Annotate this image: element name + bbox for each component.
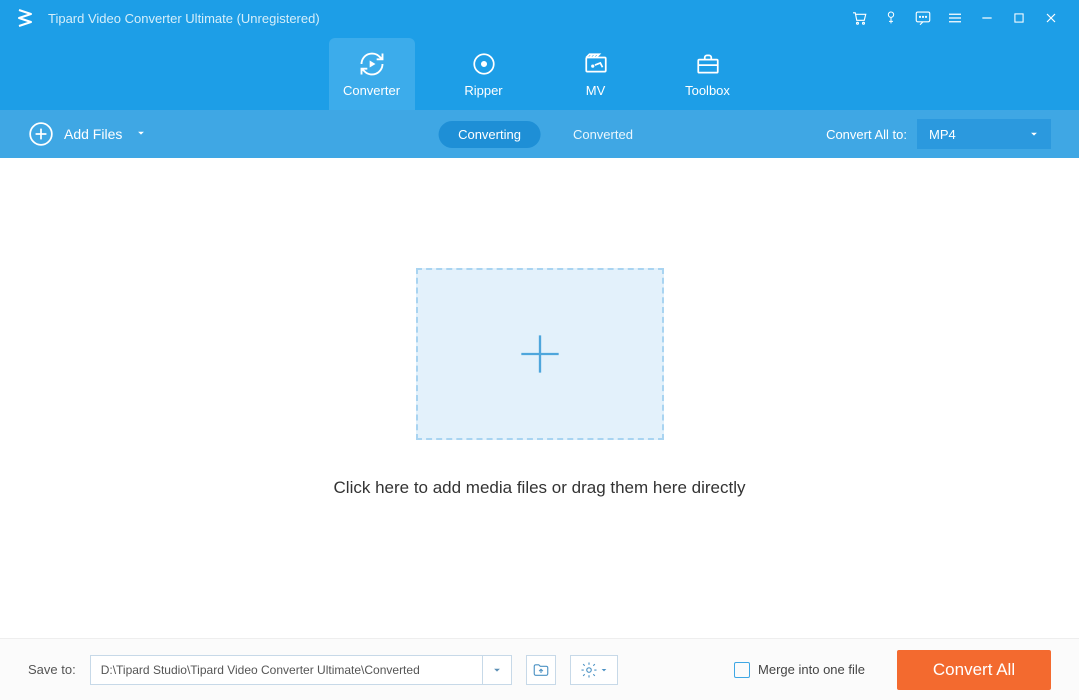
footer: Save to: Merge into one file Convert All (0, 638, 1079, 700)
chevron-down-icon (136, 125, 146, 143)
converter-icon (358, 51, 386, 77)
open-folder-button[interactable] (526, 655, 556, 685)
convert-all-button[interactable]: Convert All (897, 650, 1051, 690)
minimize-button[interactable] (973, 4, 1001, 32)
tab-label: Converter (343, 83, 400, 98)
main-nav: Converter Ripper MV Toolbox (0, 36, 1079, 110)
save-path-dropdown[interactable] (482, 655, 512, 685)
dropzone-hint: Click here to add media files or drag th… (334, 478, 746, 498)
mv-icon (583, 51, 609, 77)
add-files-label: Add Files (64, 126, 122, 142)
app-title: Tipard Video Converter Ultimate (Unregis… (48, 11, 320, 26)
tab-converter[interactable]: Converter (329, 38, 415, 110)
subbar: Add Files Converting Converted Convert A… (0, 110, 1079, 158)
app-logo-icon (14, 7, 36, 29)
chevron-down-icon (600, 666, 608, 674)
settings-button[interactable] (570, 655, 618, 685)
tab-label: Ripper (464, 83, 502, 98)
menu-icon[interactable] (941, 4, 969, 32)
tab-converting[interactable]: Converting (438, 121, 541, 148)
convert-all-to-label: Convert All to: (826, 127, 907, 142)
feedback-icon[interactable] (909, 4, 937, 32)
format-value: MP4 (929, 127, 956, 142)
close-button[interactable] (1037, 4, 1065, 32)
cart-icon[interactable] (845, 4, 873, 32)
save-to-label: Save to: (28, 662, 76, 677)
tab-mv[interactable]: MV (553, 38, 639, 110)
ripper-icon (471, 51, 497, 77)
main-area: Click here to add media files or drag th… (0, 158, 1079, 638)
merge-checkbox[interactable]: Merge into one file (734, 662, 865, 678)
tab-toolbox[interactable]: Toolbox (665, 38, 751, 110)
plus-circle-icon (28, 121, 54, 147)
tab-ripper[interactable]: Ripper (441, 38, 527, 110)
dropzone[interactable] (416, 268, 664, 440)
save-path-input[interactable] (90, 655, 482, 685)
add-files-button[interactable]: Add Files (28, 121, 146, 147)
chevron-down-icon (1029, 127, 1039, 142)
checkbox-icon (734, 662, 750, 678)
tab-label: Toolbox (685, 83, 730, 98)
output-format-select[interactable]: MP4 (917, 119, 1051, 149)
key-icon[interactable] (877, 4, 905, 32)
tab-label: MV (586, 83, 606, 98)
titlebar: Tipard Video Converter Ultimate (Unregis… (0, 0, 1079, 36)
merge-label: Merge into one file (758, 662, 865, 677)
save-path-box (90, 655, 512, 685)
maximize-button[interactable] (1005, 4, 1033, 32)
toolbox-icon (695, 51, 721, 77)
status-tabs: Converting Converted (438, 121, 641, 148)
tab-converted[interactable]: Converted (565, 121, 641, 148)
